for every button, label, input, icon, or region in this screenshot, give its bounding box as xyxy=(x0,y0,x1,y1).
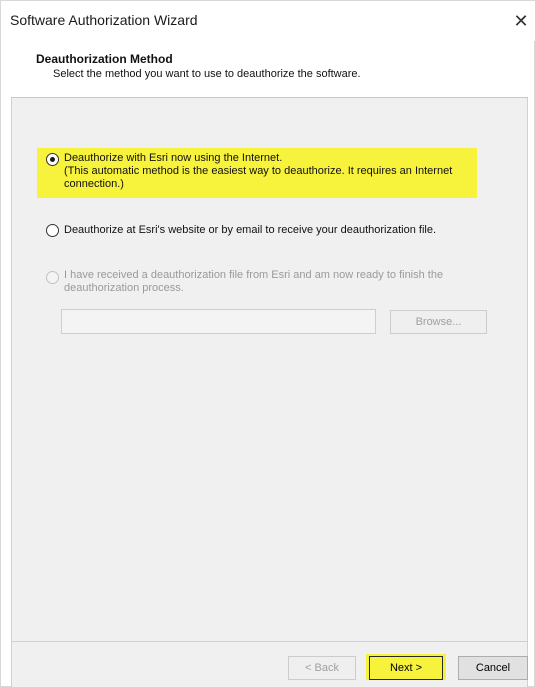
page-title: Deauthorization Method xyxy=(36,52,173,66)
option-internet-desc-1: (This automatic method is the easiest wa… xyxy=(64,165,453,177)
close-icon[interactable]: ✕ xyxy=(509,9,533,33)
cancel-button[interactable]: Cancel xyxy=(458,656,528,680)
option-have-file-desc: deauthorization process. xyxy=(64,282,184,294)
radio-have-deauthorization-file[interactable] xyxy=(46,271,59,284)
wizard-header: Deauthorization Method Select the method… xyxy=(11,41,528,98)
window-title: Software Authorization Wizard xyxy=(10,12,198,28)
radio-deauthorize-internet[interactable] xyxy=(46,153,59,166)
back-button[interactable]: < Back xyxy=(288,656,356,680)
wizard-window: Software Authorization Wizard ✕ Deauthor… xyxy=(0,0,535,687)
option-internet-label[interactable]: Deauthorize with Esri now using the Inte… xyxy=(64,152,282,165)
option-website-email-label[interactable]: Deauthorize at Esri's website or by emai… xyxy=(64,224,436,237)
title-bar: Software Authorization Wizard ✕ xyxy=(1,1,535,41)
wizard-footer xyxy=(11,641,528,687)
option-internet-desc-2: connection.) xyxy=(64,178,124,190)
deauthorization-file-path-field[interactable] xyxy=(61,309,376,334)
option-have-file-label[interactable]: I have received a deauthorization file f… xyxy=(64,269,443,282)
radio-deauthorize-website-email[interactable] xyxy=(46,224,59,237)
page-subtitle: Select the method you want to use to dea… xyxy=(53,68,361,80)
browse-button[interactable]: Browse... xyxy=(390,310,487,334)
next-button[interactable]: Next > xyxy=(369,656,443,680)
